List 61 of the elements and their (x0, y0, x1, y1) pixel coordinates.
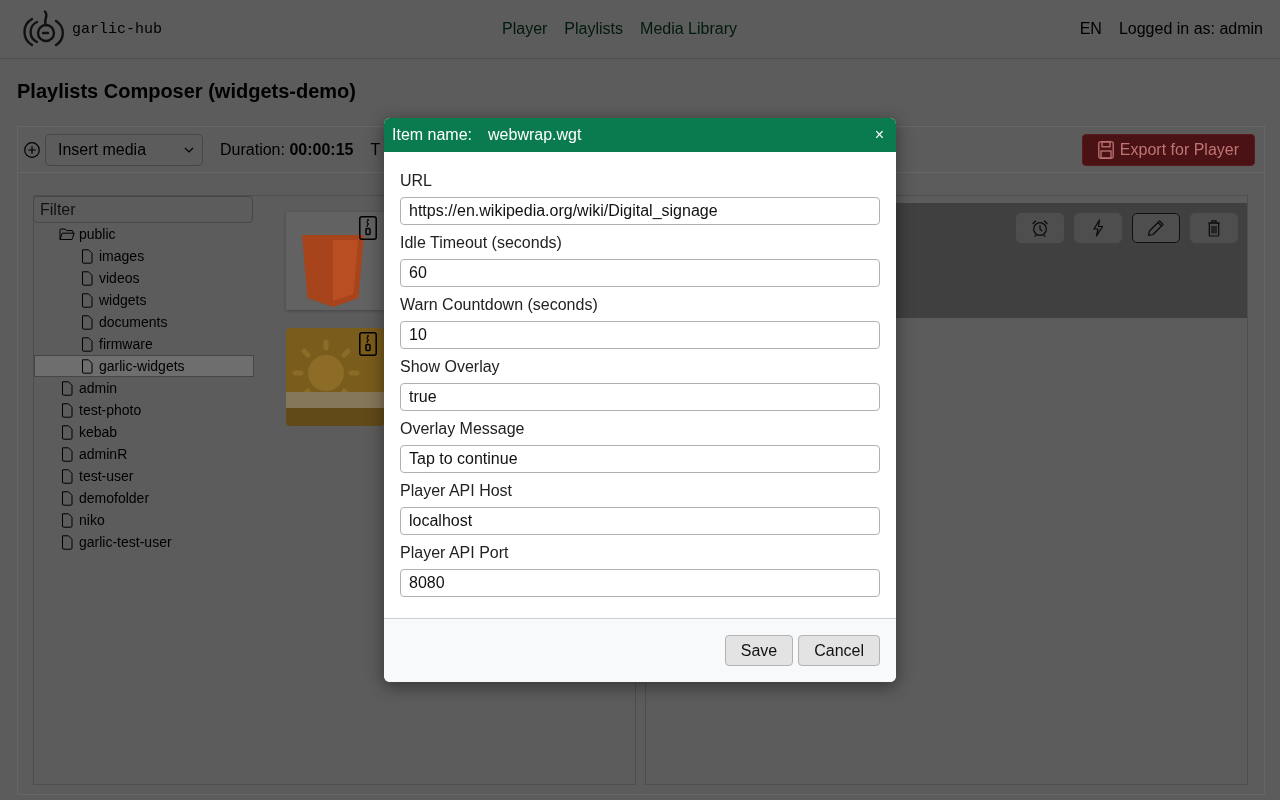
pencil-icon (1147, 219, 1165, 237)
tree-item[interactable]: admin (34, 377, 254, 399)
user-label: Logged in as: admin (1118, 20, 1263, 38)
field-label: Show Overlay (400, 357, 501, 377)
tree-item[interactable]: videos (34, 267, 254, 289)
field-label: Warn Countdown (seconds) (400, 295, 599, 315)
toolbar-text: T (370, 140, 381, 159)
duration-text: Duration: 00:00:15 (220, 140, 354, 159)
add-circle-icon[interactable] (24, 141, 40, 158)
item-name-value: webwrap.wgt (488, 126, 582, 144)
field-label: Player API Host (400, 481, 514, 501)
edit-button[interactable] (1132, 213, 1180, 243)
field-label: Player API Port (400, 543, 510, 563)
tree-item[interactable]: garlic-test-user (34, 531, 254, 553)
tree-item[interactable]: test-photo (34, 399, 254, 421)
archive-file-icon (359, 216, 377, 240)
text-input-field[interactable]: 8080 (400, 569, 880, 597)
alarm-button[interactable] (1016, 213, 1064, 243)
text-input-field[interactable]: https://en.wikipedia.org/wiki/Digital_signage (400, 197, 880, 225)
text-input-field[interactable]: 60 (400, 259, 880, 287)
cancel-button[interactable]: Cancel (798, 635, 880, 666)
tree-item[interactable]: kebab (34, 421, 254, 443)
close-button[interactable]: × (870, 127, 888, 143)
text-input-field[interactable]: 10 (400, 321, 880, 349)
page-title: Playlists Composer (widgets-demo) (17, 79, 357, 104)
item-name-label: Item name: (392, 126, 473, 144)
field-label: Overlay Message (400, 419, 526, 439)
tree-item[interactable]: firmware (34, 333, 254, 355)
nav-link[interactable]: Player (502, 20, 548, 38)
widget-thumbnail[interactable] (286, 328, 384, 426)
tree-item[interactable]: niko (34, 509, 254, 531)
text-input-field[interactable]: localhost (400, 507, 880, 535)
save-button[interactable]: Save (724, 635, 794, 666)
text-input-field[interactable]: Tap to continue (400, 445, 880, 473)
tree-item[interactable]: images (34, 245, 254, 267)
chevron-down-icon (184, 146, 194, 153)
archive-file-icon (359, 332, 377, 356)
field-label: Idle Timeout (seconds) (400, 233, 563, 253)
tree-item[interactable]: garlic-widgets (34, 355, 254, 377)
alarm-clock-icon (1031, 219, 1049, 237)
insert-media-select[interactable]: Insert media (45, 133, 203, 166)
bolt-button[interactable] (1074, 213, 1122, 243)
tree-item[interactable]: documents (34, 311, 254, 333)
field-label: URL (400, 171, 433, 191)
filter-field[interactable]: Filter (33, 196, 253, 223)
tree-item[interactable]: adminR (34, 443, 254, 465)
tree-item[interactable]: public (34, 223, 254, 245)
shield-logo-drawing (302, 235, 364, 307)
tree-item[interactable]: widgets (34, 289, 254, 311)
tree-item[interactable]: demofolder (34, 487, 254, 509)
export-button[interactable]: Export for Player (1081, 133, 1255, 166)
widget-thumbnail[interactable] (286, 212, 384, 310)
logo-text[interactable]: garlic-hub (72, 20, 162, 38)
trash-icon (1207, 219, 1221, 237)
lightning-bolt-icon (1092, 219, 1104, 237)
text-input-field[interactable]: true (400, 383, 880, 411)
nav-link[interactable]: Media Library (640, 20, 737, 38)
language-link[interactable]: EN (1079, 20, 1102, 38)
nav-link[interactable]: Playlists (564, 20, 624, 38)
tree-item[interactable]: test-user (34, 465, 254, 487)
delete-button[interactable] (1190, 213, 1238, 243)
